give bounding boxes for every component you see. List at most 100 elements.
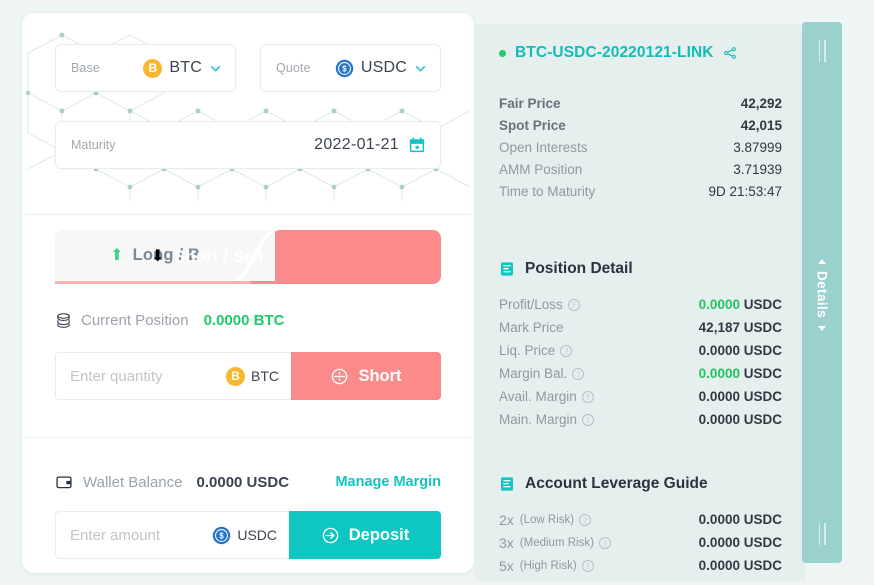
wallet-balance-label: Wallet Balance <box>83 473 183 491</box>
base-value: BTC <box>169 59 202 76</box>
info-icon[interactable]: ? <box>572 367 585 380</box>
deposit-entry-row: Enter amount $ USDC Deposit <box>55 511 441 559</box>
info-icon[interactable]: ? <box>598 536 611 549</box>
usdc-coin-icon: $ <box>213 526 231 544</box>
stat-row: Spot Price 42,015 <box>499 118 782 140</box>
row-amount: 0.0000 <box>698 389 740 404</box>
leverage-multiplier: 3x <box>499 534 514 551</box>
quote-value: USDC <box>360 59 407 76</box>
row-amount: 0.0000 <box>698 535 740 550</box>
row-key: 3x (Medium Risk)? <box>499 535 611 551</box>
calendar-icon[interactable] <box>408 136 426 154</box>
instrument-title: BTC-USDC-20220121-LINK <box>515 44 714 61</box>
svg-text:$: $ <box>220 531 225 540</box>
stat-value: 9D 21:53:47 <box>708 184 782 199</box>
row-key-label: Main. Margin <box>499 412 578 427</box>
row-amount: 0.0000 <box>698 512 740 527</box>
row-currency: USDC <box>743 535 782 550</box>
details-panel: BTC-USDC-20220121-LINK Fair Price 42,292… <box>475 24 806 581</box>
deposit-button[interactable]: Deposit <box>289 511 441 559</box>
deposit-button-label: Deposit <box>348 525 410 544</box>
live-status-dot <box>499 49 506 57</box>
leverage-multiplier: 2x <box>499 511 514 528</box>
section-divider-bottom <box>22 437 474 438</box>
quote-select[interactable]: Quote $ USDC <box>260 44 441 92</box>
base-select[interactable]: Base B BTC <box>55 44 236 92</box>
order-entry-row: Enter quantity B BTC Short <box>55 352 441 400</box>
row-currency: USDC <box>743 512 782 527</box>
stat-row: Open Interests 3.87999 <box>499 140 782 162</box>
quantity-unit-group: B BTC <box>226 366 279 386</box>
position-detail-heading-row: Position Detail <box>499 260 633 278</box>
base-value-group: B BTC <box>143 58 222 78</box>
row-amount: 42,187 <box>698 320 740 335</box>
amount-input[interactable]: Enter amount $ USDC <box>55 511 289 559</box>
row-key-label: Liq. Price <box>499 343 556 358</box>
row-key: Main. Margin? <box>499 412 595 427</box>
details-panel-toggle-handle[interactable]: Details <box>802 22 842 563</box>
info-icon[interactable]: ? <box>560 344 573 357</box>
stat-row: Time to Maturity 9D 21:53:47 <box>499 184 782 206</box>
short-circle-icon <box>332 368 348 384</box>
trade-direction-tabs: ⬇ Short / Sell ⬆ Long / Buy <box>55 230 441 284</box>
leverage-guide-list: 2x (Low Risk)? 0.0000 USDC 3x (Medium Risk… <box>499 508 782 577</box>
info-icon[interactable]: ? <box>582 413 595 426</box>
grip-lines-top <box>815 40 829 62</box>
position-detail-list: Profit/Loss? 0.0000 USDC Mark Price 42,1… <box>499 293 782 431</box>
info-icon[interactable]: ? <box>567 298 580 311</box>
base-label: Base <box>71 61 100 75</box>
tab-short-sell-label-group[interactable]: ⬇ Short / Sell <box>151 230 263 284</box>
amount-unit-label: USDC <box>237 527 277 543</box>
section-divider-top <box>22 214 474 215</box>
chevron-down-icon <box>210 65 221 71</box>
manage-margin-link[interactable]: Manage Margin <box>335 474 441 490</box>
bitcoin-coin-icon: B <box>226 366 245 386</box>
row-amount: 0.0000 <box>698 558 740 573</box>
position-detail-row: Main. Margin? 0.0000 USDC <box>499 408 782 431</box>
row-key: Mark Price <box>499 320 564 335</box>
leverage-row: 3x (Medium Risk)? 0.0000 USDC <box>499 531 782 554</box>
info-icon[interactable]: ? <box>581 390 594 403</box>
info-icon[interactable]: ? <box>581 559 594 572</box>
position-detail-row: Liq. Price? 0.0000 USDC <box>499 339 782 362</box>
short-button-label: Short <box>358 366 402 385</box>
tab-active-underline <box>55 281 251 284</box>
row-key-label: Mark Price <box>499 320 564 335</box>
row-value: 0.0000 USDC <box>699 297 782 312</box>
position-detail-heading: Position Detail <box>525 260 633 277</box>
row-value: 0.0000 USDC <box>699 389 782 404</box>
row-key: Margin Bal.? <box>499 366 585 381</box>
triangle-up-icon <box>818 259 826 265</box>
grip-lines-bottom <box>815 523 829 545</box>
maturity-label: Maturity <box>71 138 116 152</box>
stat-value: 3.71939 <box>733 162 782 177</box>
leverage-row: 5x (High Risk)? 0.0000 USDC <box>499 554 782 577</box>
coins-stack-icon <box>57 313 70 328</box>
row-value: 0.0000 USDC <box>699 535 782 550</box>
instrument-title-row: BTC-USDC-20220121-LINK <box>499 44 737 62</box>
wallet-icon <box>56 476 72 489</box>
position-detail-row: Mark Price 42,187 USDC <box>499 316 782 339</box>
leverage-row: 2x (Low Risk)? 0.0000 USDC <box>499 508 782 531</box>
details-handle-center[interactable]: Details <box>802 250 842 340</box>
maturity-field[interactable]: Maturity 2022-01-21 <box>55 121 441 169</box>
row-currency: USDC <box>743 343 782 358</box>
pair-selector-row: Base B BTC Quote $ USDC <box>55 44 441 92</box>
short-button[interactable]: Short <box>291 352 441 400</box>
leverage-risk-label: (High Risk) <box>519 559 577 572</box>
share-icon[interactable] <box>723 46 737 60</box>
row-key-label: Profit/Loss <box>499 297 563 312</box>
arrow-right-circle-icon <box>322 527 339 543</box>
row-key: Avail. Margin? <box>499 389 594 404</box>
row-currency: USDC <box>743 320 782 335</box>
position-detail-row: Profit/Loss? 0.0000 USDC <box>499 293 782 316</box>
stat-row: AMM Position 3.71939 <box>499 162 782 184</box>
quote-value-group: $ USDC <box>335 59 427 78</box>
chevron-down-icon <box>415 65 426 71</box>
info-icon[interactable]: ? <box>579 513 592 526</box>
current-position-label: Current Position <box>81 312 189 329</box>
quantity-input[interactable]: Enter quantity B BTC <box>55 352 291 400</box>
hex-lattice-background <box>25 32 471 201</box>
row-key: Liq. Price? <box>499 343 573 358</box>
row-amount: 0.0000 <box>698 412 740 427</box>
